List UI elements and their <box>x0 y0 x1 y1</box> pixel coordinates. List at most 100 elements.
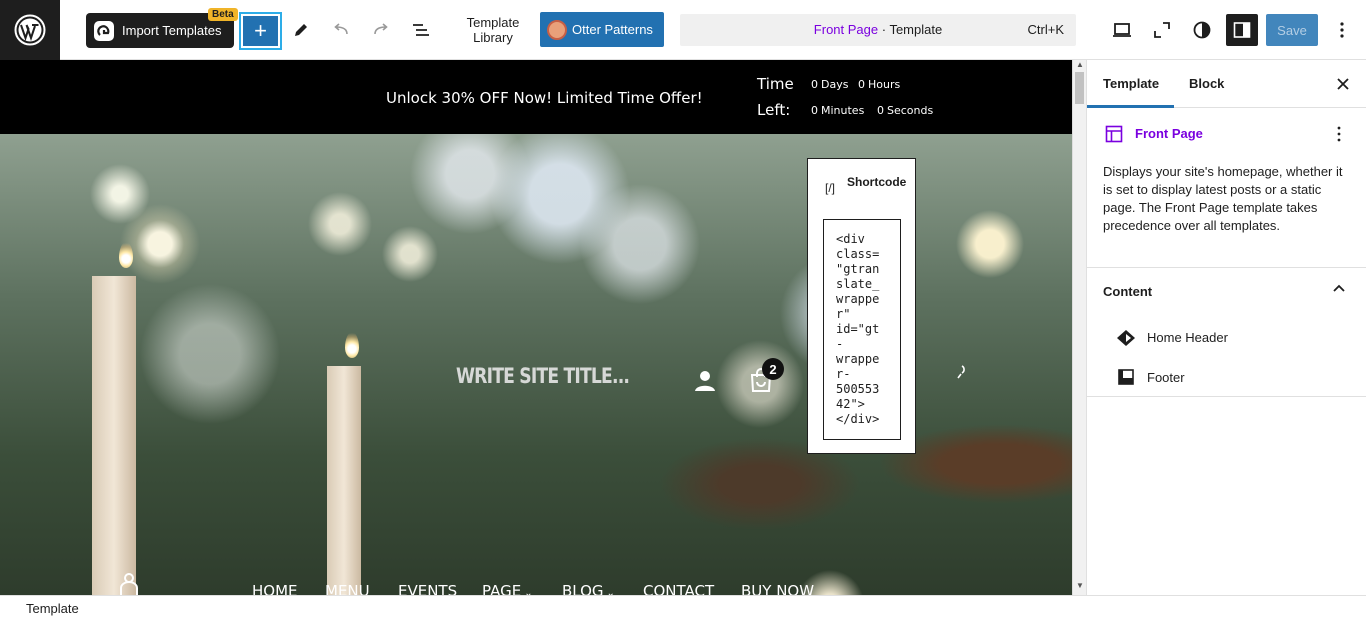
code-line: id="gt <box>836 322 880 336</box>
options-menu-button[interactable] <box>1330 18 1354 42</box>
chevron-down-icon: ⌄ <box>524 588 533 595</box>
block-inserter-button[interactable]: + <box>239 12 282 50</box>
promo-banner[interactable]: Unlock 30% OFF Now! Limited Time Offer! … <box>0 60 1072 134</box>
editor-canvas[interactable]: Unlock 30% OFF Now! Limited Time Offer! … <box>0 60 1072 595</box>
code-line: wrappe <box>836 352 880 366</box>
document-overview-button[interactable] <box>409 18 433 42</box>
redo-button[interactable] <box>369 18 393 42</box>
shortcode-textarea[interactable]: <div class= "gtran slate_ wrappe r" id="… <box>823 219 901 440</box>
nav-item-contact[interactable]: CONTACT <box>643 582 714 595</box>
tab-block[interactable]: Block <box>1189 76 1224 91</box>
nav-item-home[interactable]: HOME <box>252 582 298 595</box>
candle-flame-right <box>345 332 359 358</box>
code-line: 500553 <box>836 382 880 396</box>
tab-template[interactable]: Template <box>1103 76 1159 91</box>
promo-message: Unlock 30% OFF Now! Limited Time Offer! <box>386 89 703 107</box>
countdown-hours-label: Hours <box>868 78 901 91</box>
countdown-label-left: Left: <box>757 101 791 119</box>
undo-button[interactable] <box>329 18 353 42</box>
code-line: slate_ <box>836 277 880 291</box>
countdown-minutes-value: 0 <box>811 104 818 117</box>
chevron-down-icon: ⌄ <box>606 588 615 595</box>
scroll-down-arrow-icon[interactable]: ▼ <box>1076 581 1084 590</box>
countdown-seconds-label: Seconds <box>887 104 934 117</box>
scroll-up-arrow-icon[interactable]: ▲ <box>1076 60 1084 69</box>
nav-item-blog-label: BLOG <box>562 582 604 595</box>
templates-logo-icon <box>94 20 114 41</box>
sidebar-divider <box>1087 396 1366 397</box>
sidebar-divider <box>1087 267 1366 268</box>
document-type: Template <box>889 22 943 37</box>
otter-patterns-button[interactable]: Otter Patterns <box>540 12 664 47</box>
more-vertical-icon <box>1340 22 1344 38</box>
countdown-hours-value: 0 <box>858 78 865 91</box>
editor-toolbar: Import Templates Beta + Template Library… <box>0 0 1366 60</box>
wordpress-icon <box>14 14 46 46</box>
beta-badge: Beta <box>208 8 238 21</box>
active-tab-indicator <box>1087 105 1174 108</box>
plus-icon: + <box>243 16 278 46</box>
header-part-icon <box>1117 330 1135 346</box>
save-button[interactable]: Save <box>1266 14 1318 46</box>
code-line: - <box>836 337 844 351</box>
code-line: r" <box>836 307 851 321</box>
nav-item-page[interactable]: PAGE ⌄ <box>482 582 533 595</box>
site-title[interactable]: WRITE SITE TITLE... <box>456 364 630 388</box>
nav-item-events[interactable]: EVENTS <box>398 582 457 595</box>
template-library-label-2: Library <box>473 30 513 45</box>
preview-device-button[interactable] <box>1110 18 1134 42</box>
content-item-footer[interactable]: Footer <box>1147 370 1185 385</box>
canvas-scrollbar[interactable]: ▲ ▼ <box>1072 60 1086 595</box>
footer-part-icon <box>1118 369 1134 385</box>
document-title-separator: · <box>878 22 890 37</box>
code-line: r- <box>836 367 851 381</box>
chevron-up-icon[interactable] <box>1331 281 1347 297</box>
candle-flame-left <box>119 242 133 268</box>
expand-icon <box>1154 22 1170 38</box>
styles-button[interactable] <box>1190 18 1214 42</box>
contrast-icon <box>1193 21 1211 39</box>
document-page-name: Front Page <box>813 22 879 37</box>
desktop-icon <box>1113 23 1131 37</box>
search-icon[interactable] <box>955 364 969 380</box>
content-panel-heading[interactable]: Content <box>1103 284 1152 299</box>
nav-item-menu[interactable]: MENU <box>325 582 370 595</box>
template-description: Displays your site's homepage, whether i… <box>1103 164 1343 233</box>
countdown-days-label: Days <box>821 78 849 91</box>
account-user-icon[interactable] <box>694 370 716 392</box>
document-title: Front Page · Template <box>680 22 1076 37</box>
code-line: class= <box>836 247 880 261</box>
template-name: Front Page <box>1135 126 1203 141</box>
settings-sidebar-toggle[interactable] <box>1226 14 1258 46</box>
nav-item-buy-now[interactable]: BUY NOW <box>741 582 814 595</box>
more-vertical-icon[interactable] <box>1331 124 1347 144</box>
sidebar-tabs: Template Block <box>1087 60 1366 108</box>
candle-image-left <box>92 276 136 595</box>
countdown-minutes-label: Minutes <box>821 104 865 117</box>
countdown-days: 0 Days <box>811 78 848 91</box>
list-view-icon <box>413 24 429 36</box>
shortcode-icon: [/] <box>825 181 836 195</box>
close-icon[interactable] <box>1333 74 1353 94</box>
settings-sidebar: Template Block Front Page Displays your … <box>1086 60 1366 595</box>
nav-item-blog[interactable]: BLOG ⌄ <box>562 582 615 595</box>
template-library-button[interactable]: Template Library <box>458 15 528 45</box>
pencil-icon <box>295 24 307 36</box>
shortcode-block[interactable]: [/] Shortcode <div class= "gtran slate_ … <box>807 158 916 454</box>
countdown-seconds: 0 Seconds <box>877 104 933 117</box>
content-item-home-header[interactable]: Home Header <box>1147 330 1228 345</box>
breadcrumb-template[interactable]: Template <box>26 601 79 616</box>
shortcode-label: Shortcode <box>847 175 907 189</box>
otter-patterns-label: Otter Patterns <box>572 22 653 37</box>
nav-item-page-label: PAGE <box>482 582 522 595</box>
countdown-label-time: Time <box>757 75 794 93</box>
command-palette-bar[interactable]: Front Page · Template Ctrl+K <box>680 14 1076 46</box>
scrollbar-thumb[interactable] <box>1075 72 1084 104</box>
candle-image-right <box>327 366 361 595</box>
code-line: 42"> <box>836 397 865 411</box>
countdown-days-value: 0 <box>811 78 818 91</box>
tools-button[interactable] <box>289 18 313 42</box>
wordpress-logo-button[interactable] <box>0 0 60 60</box>
sidebar-icon <box>1233 22 1251 38</box>
fullscreen-button[interactable] <box>1150 18 1174 42</box>
